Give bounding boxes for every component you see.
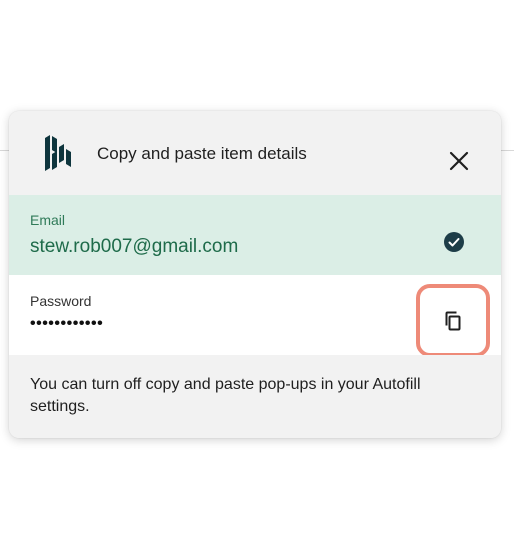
email-row[interactable]: Email stew.rob007@gmail.com <box>9 195 501 275</box>
copy-paste-popup: Copy and paste item details Email stew.r… <box>9 111 501 438</box>
popup-footer: You can turn off copy and paste pop-ups … <box>9 355 501 438</box>
close-button[interactable] <box>445 147 473 175</box>
close-icon <box>449 151 469 171</box>
copy-password-button[interactable] <box>416 284 490 357</box>
autofill-settings-hint: You can turn off copy and paste pop-ups … <box>30 376 421 415</box>
background-divider <box>501 150 514 151</box>
password-row: Password •••••••••••• <box>9 275 501 357</box>
email-value: stew.rob007@gmail.com <box>30 236 239 257</box>
password-value: •••••••••••• <box>30 315 104 332</box>
check-circle-icon <box>444 232 464 252</box>
page: Copy and paste item details Email stew.r… <box>0 0 514 560</box>
password-label: Password <box>30 293 92 309</box>
popup-title: Copy and paste item details <box>97 144 307 163</box>
copy-icon <box>445 311 461 330</box>
email-label: Email <box>30 212 66 228</box>
dashlane-logo-icon <box>45 135 71 171</box>
background-divider <box>0 150 9 151</box>
popup-header: Copy and paste item details <box>9 111 501 195</box>
